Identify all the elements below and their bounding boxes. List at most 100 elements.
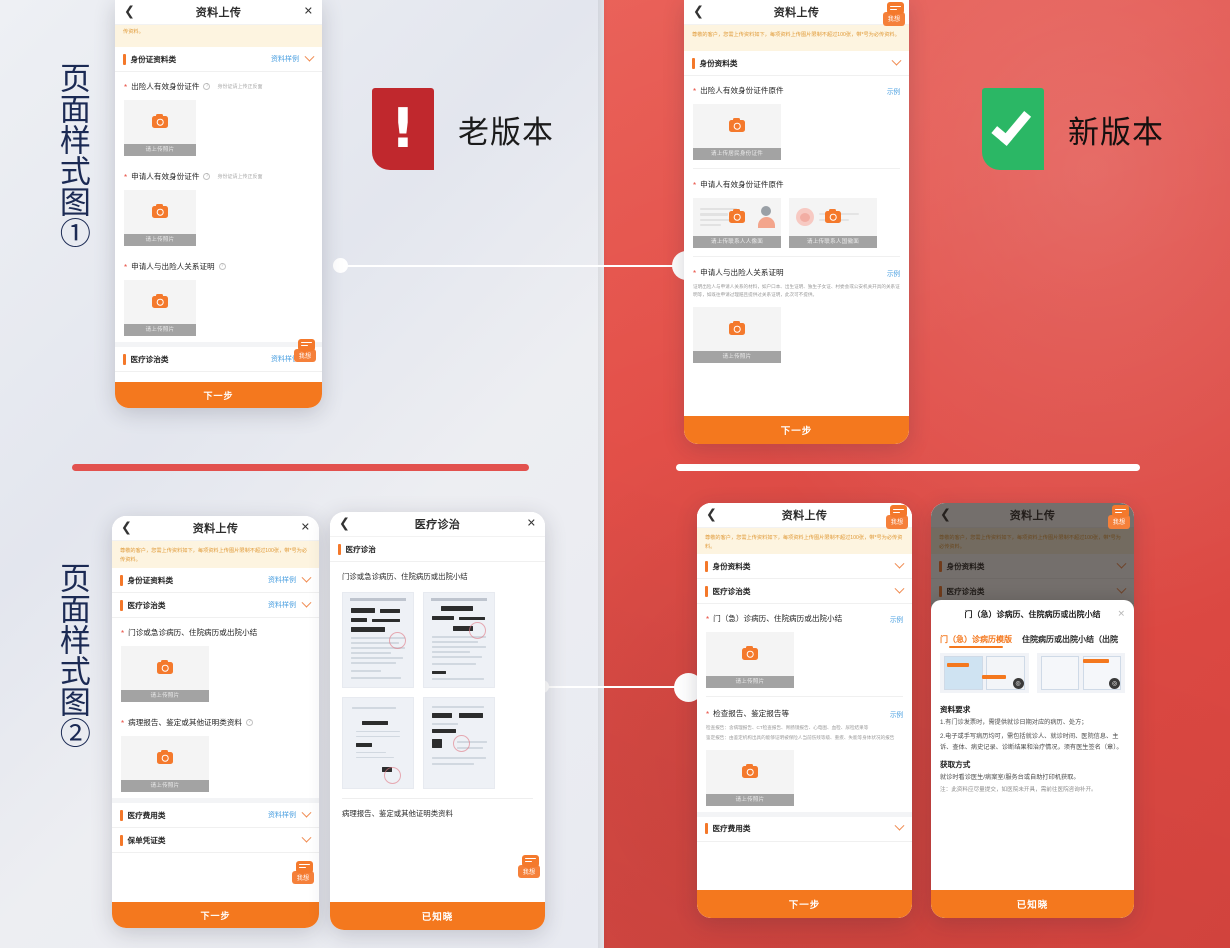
sample-link[interactable]: 资料样例 xyxy=(271,54,299,64)
section-right xyxy=(894,558,905,570)
section-header-medical[interactable]: 医疗诊治类 资料样例 xyxy=(112,593,319,618)
close-icon[interactable]: ✕ xyxy=(304,6,313,18)
check-glyph xyxy=(991,103,1032,146)
chat-bubble-icon xyxy=(887,2,904,17)
chat-assistant-fab[interactable]: 我想 xyxy=(292,860,314,884)
uploader-emblem-side[interactable]: 请上传联系人国徽面 xyxy=(789,198,877,248)
section-header-identity[interactable]: 身份证资料类 资料样例 xyxy=(112,568,319,593)
close-icon[interactable]: ✕ xyxy=(527,518,536,530)
uploader-portrait-side[interactable]: 请上传联系人人像面 xyxy=(693,198,781,248)
example-link[interactable]: 示例 xyxy=(890,709,903,719)
chat-assistant-fab[interactable]: 我想 xyxy=(1108,505,1130,529)
camera-icon xyxy=(729,320,745,335)
upload-dropzone[interactable] xyxy=(121,736,209,780)
upload-dropzone[interactable] xyxy=(706,749,794,794)
doc-thumbnail[interactable] xyxy=(423,697,495,789)
section-header-identity[interactable]: 身份资料类 xyxy=(697,554,912,579)
close-icon[interactable]: ✕ xyxy=(301,522,310,534)
section-header-fees[interactable]: 医疗费用类 xyxy=(697,816,912,842)
question-mark-icon[interactable]: ? xyxy=(203,83,211,90)
uploader[interactable]: 请上传照片 xyxy=(706,749,794,806)
back-icon[interactable]: ❮ xyxy=(124,6,135,19)
tab-outpatient-template[interactable]: 门（急）诊病历模版 xyxy=(940,634,1012,648)
next-step-button[interactable]: 下一步 xyxy=(697,890,912,918)
section-header-identity[interactable]: 身份资料类 xyxy=(684,51,909,76)
magnify-icon[interactable]: ◎ xyxy=(1109,678,1120,689)
sample-thumbnail-one[interactable]: ◎ xyxy=(940,653,1029,693)
back-icon[interactable]: ❮ xyxy=(693,6,704,19)
chevron-down-icon[interactable] xyxy=(301,807,312,818)
section-header-policy[interactable]: 保单凭证类 xyxy=(112,828,319,853)
acknowledge-button[interactable]: 已知晓 xyxy=(931,890,1134,918)
chat-assistant-fab[interactable]: 我想 xyxy=(886,505,908,529)
acknowledge-button[interactable]: 已知晓 xyxy=(330,902,545,930)
section-header-medical[interactable]: 医疗诊治类 xyxy=(697,579,912,604)
uploader[interactable]: 请上传照片 xyxy=(124,100,196,156)
example-link[interactable]: 示例 xyxy=(887,268,900,278)
section-title: 医疗诊治类 xyxy=(127,600,166,610)
section-header-identity[interactable]: 身份证资料类 资料样例 xyxy=(115,47,322,72)
sample-link[interactable]: 资料样例 xyxy=(268,600,296,610)
back-icon[interactable]: ❮ xyxy=(121,522,132,535)
sample-thumbnail-two[interactable]: ◎ xyxy=(1036,653,1125,693)
sheet-tab-bar: 门（急）诊病历模版 住院病历或出院小结（出院 xyxy=(931,628,1134,648)
chat-assistant-fab[interactable]: 我想 xyxy=(294,338,316,362)
uploader[interactable]: 请上传照片 xyxy=(121,736,209,792)
chevron-down-icon[interactable] xyxy=(304,51,315,62)
example-link[interactable]: 示例 xyxy=(887,86,900,96)
uploader[interactable]: 请上传照片 xyxy=(124,280,196,336)
back-icon[interactable]: ❮ xyxy=(706,509,717,522)
section-left: 医疗诊治 xyxy=(338,543,376,555)
uploader[interactable]: 请上传照片 xyxy=(124,190,196,246)
magnify-icon[interactable]: ◎ xyxy=(1012,678,1024,689)
upload-dropzone[interactable] xyxy=(124,190,196,234)
chevron-down-icon[interactable] xyxy=(894,558,905,569)
question-mark-icon[interactable]: ? xyxy=(246,719,254,726)
sample-link[interactable]: 资料样例 xyxy=(268,575,296,585)
upload-dropzone[interactable] xyxy=(789,198,877,236)
question-mark-icon[interactable]: ? xyxy=(218,263,226,270)
navbar: ❮ 医疗诊治 ✕ xyxy=(330,512,545,537)
uploader[interactable]: 请上传居民身份证件 xyxy=(693,104,781,160)
chevron-down-icon[interactable] xyxy=(891,55,902,66)
upload-dropzone[interactable] xyxy=(124,280,196,324)
sample-bottom-sheet: 门（急）诊病历、住院病历或出院小结 ✕ 门（急）诊病历模版 住院病历或出院小结（… xyxy=(931,600,1134,918)
example-link[interactable]: 示例 xyxy=(890,614,903,624)
page-title: 资料上传 xyxy=(773,7,820,19)
chat-assistant-fab[interactable]: 我想 xyxy=(883,2,905,26)
next-step-button[interactable]: 下一步 xyxy=(684,416,909,444)
upload-row: 请上传照片 xyxy=(121,646,310,702)
chevron-down-icon[interactable] xyxy=(894,821,905,832)
question-mark-icon[interactable]: ? xyxy=(203,173,211,180)
next-step-button[interactable]: 下一步 xyxy=(112,902,319,928)
section-left: 身份资料类 xyxy=(705,560,750,572)
chevron-down-icon[interactable] xyxy=(301,597,312,608)
uploader[interactable]: 请上传照片 xyxy=(693,306,781,363)
back-icon[interactable]: ❮ xyxy=(339,518,350,531)
uploader[interactable]: 请上传照片 xyxy=(706,632,794,688)
upload-dropzone[interactable] xyxy=(693,104,781,148)
uploader[interactable]: 请上传照片 xyxy=(121,646,209,702)
sample-link[interactable]: 资料样例 xyxy=(268,810,296,820)
doc-thumbnail[interactable] xyxy=(423,592,495,688)
chat-assistant-fab[interactable]: 我想 xyxy=(518,854,540,878)
section-header-fees[interactable]: 医疗费用类 资料样例 xyxy=(112,803,319,828)
upload-dropzone[interactable] xyxy=(124,100,196,144)
chevron-down-icon[interactable] xyxy=(894,583,905,594)
tab-inpatient-template[interactable]: 住院病历或出院小结（出院 xyxy=(1022,634,1118,648)
section-header-medical[interactable]: 医疗诊治类 资料样例 xyxy=(115,347,322,372)
upload-dropzone[interactable] xyxy=(693,198,781,236)
field-head: * 申请人有效身份证件 ? 身份证请上传正反面 xyxy=(124,171,313,182)
close-icon[interactable]: ✕ xyxy=(1117,609,1125,620)
chat-bubble-icon xyxy=(296,860,313,876)
chevron-down-icon[interactable] xyxy=(301,832,312,843)
doc-thumbnail[interactable] xyxy=(342,592,414,688)
upload-dropzone[interactable] xyxy=(693,306,781,351)
section-left: 身份证资料类 xyxy=(123,53,176,65)
doc-thumbnail[interactable] xyxy=(342,697,414,789)
upload-dropzone[interactable] xyxy=(121,646,209,690)
upload-dropzone[interactable] xyxy=(706,632,794,676)
chevron-down-icon[interactable] xyxy=(301,572,312,583)
next-step-button[interactable]: 下一步 xyxy=(115,382,322,408)
field-description: 证明出险人与申请人关系的材料，如户口本、出生证明、独生子女证、村委会或公安机关开… xyxy=(693,284,900,297)
